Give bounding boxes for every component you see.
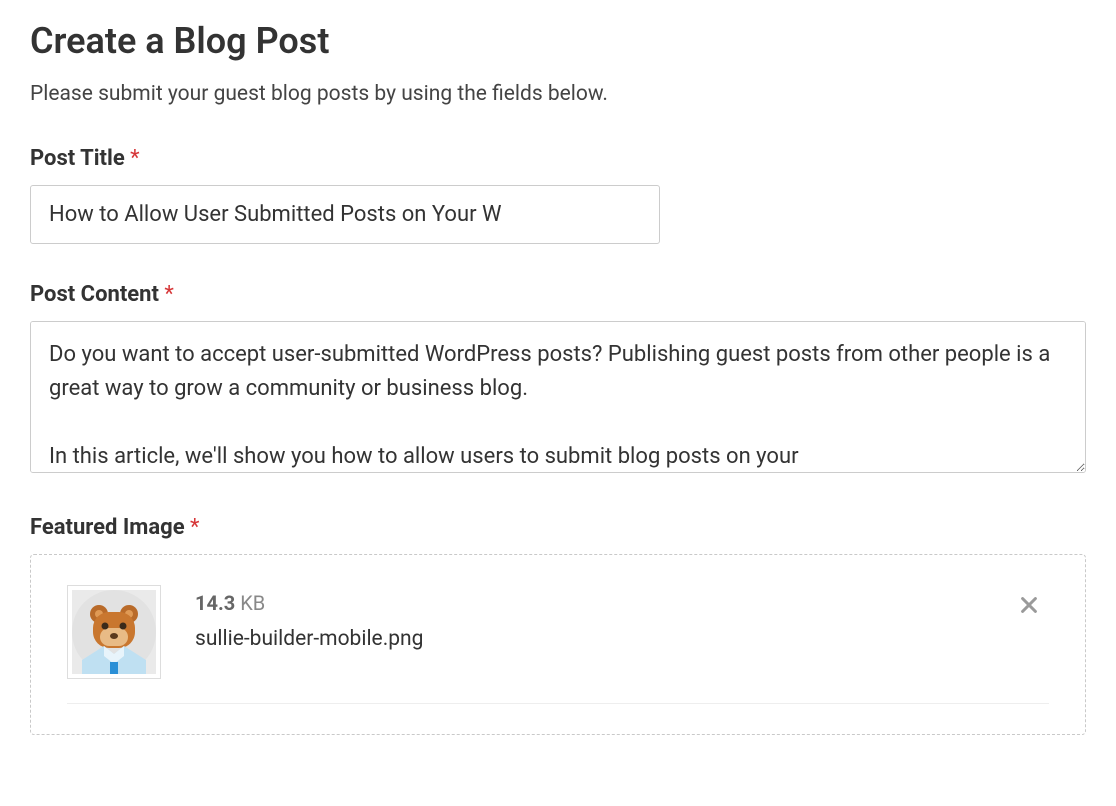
featured-image-field: Featured Image *	[30, 515, 1086, 735]
file-name: sullie-builder-mobile.png	[195, 627, 423, 651]
required-marker: *	[130, 146, 139, 171]
post-content-label: Post Content *	[30, 282, 1086, 307]
post-title-label-text: Post Title	[30, 146, 125, 171]
file-divider	[67, 703, 1049, 704]
page-title: Create a Blog Post	[30, 20, 1086, 62]
post-title-input[interactable]	[30, 185, 660, 244]
file-size-unit: KB	[240, 591, 265, 615]
post-content-field: Post Content *	[30, 282, 1086, 477]
file-size-value: 14.3	[195, 591, 235, 615]
featured-image-label: Featured Image *	[30, 515, 1086, 540]
required-marker: *	[190, 515, 199, 540]
post-title-label: Post Title *	[30, 146, 1086, 171]
page-description: Please submit your guest blog posts by u…	[30, 82, 1086, 106]
featured-image-label-text: Featured Image	[30, 515, 185, 540]
file-size: 14.3 KB	[195, 591, 423, 615]
avatar-icon	[72, 590, 156, 674]
required-marker: *	[164, 282, 173, 307]
post-title-field: Post Title *	[30, 146, 1086, 244]
file-info: 14.3 KB sullie-builder-mobile.png	[161, 585, 423, 651]
close-icon	[1018, 594, 1040, 616]
uploaded-file-row: 14.3 KB sullie-builder-mobile.png	[67, 585, 1049, 679]
remove-file-button[interactable]	[1015, 591, 1043, 619]
file-thumbnail	[67, 585, 161, 679]
post-content-textarea[interactable]	[30, 321, 1086, 473]
post-content-label-text: Post Content	[30, 282, 159, 307]
featured-image-dropzone[interactable]: 14.3 KB sullie-builder-mobile.png	[30, 554, 1086, 735]
